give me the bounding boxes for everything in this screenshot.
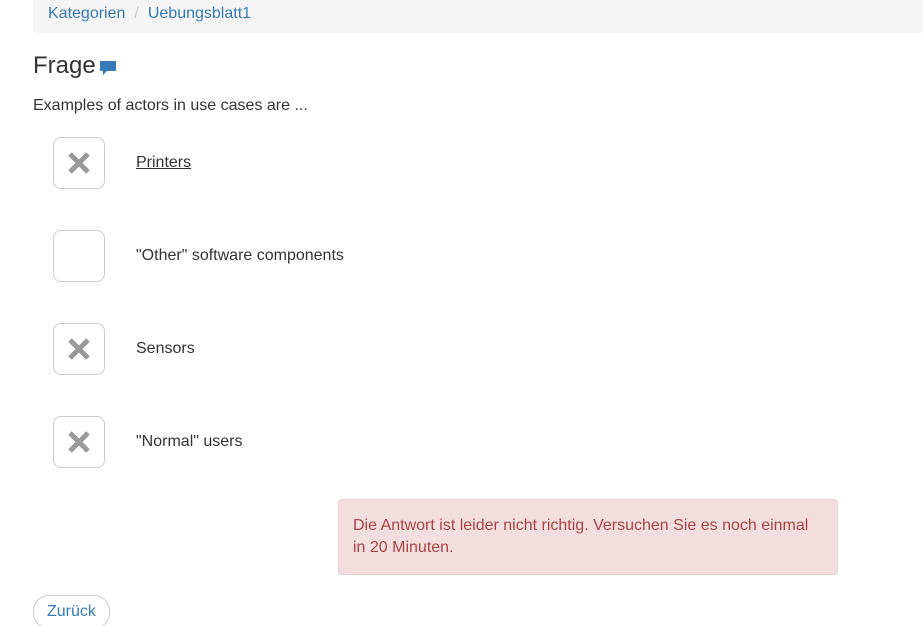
answer-checkbox[interactable] bbox=[53, 416, 105, 468]
answer-label: Sensors bbox=[136, 340, 195, 357]
answer-label: Printers bbox=[136, 154, 192, 171]
answer-option-normal-users[interactable]: "Normal" users bbox=[53, 416, 243, 468]
answer-option-printers[interactable]: Printers bbox=[53, 137, 191, 189]
x-mark-icon bbox=[68, 338, 90, 360]
question-text: Examples of actors in use cases are ... bbox=[33, 97, 308, 114]
breadcrumb-separator: / bbox=[134, 5, 139, 22]
answer-checkbox[interactable] bbox=[53, 230, 105, 282]
quiz-page: Kategorien / Uebungsblatt1 Frage Examples … bbox=[0, 0, 923, 626]
x-mark-icon bbox=[68, 431, 90, 453]
answer-checkbox[interactable] bbox=[53, 137, 105, 189]
answer-label: "Other" software components bbox=[136, 247, 344, 264]
breadcrumb-item-kategorien[interactable]: Kategorien bbox=[48, 5, 125, 22]
answer-checkbox[interactable] bbox=[53, 323, 105, 375]
answer-label: "Normal" users bbox=[136, 433, 243, 450]
back-button[interactable]: Zurück bbox=[33, 595, 110, 626]
answer-option-other-software[interactable]: "Other" software components bbox=[53, 230, 344, 282]
breadcrumb-item-uebungsblatt1[interactable]: Uebungsblatt1 bbox=[148, 5, 251, 22]
x-mark-icon bbox=[68, 152, 90, 174]
breadcrumb: Kategorien / Uebungsblatt1 bbox=[33, 0, 923, 33]
comment-bubble-icon[interactable] bbox=[99, 60, 117, 76]
answer-option-sensors[interactable]: Sensors bbox=[53, 323, 195, 375]
error-alert: Die Antwort ist leider nicht richtig. Ve… bbox=[338, 499, 838, 575]
page-title: Frage bbox=[33, 52, 96, 79]
title-row: Frage bbox=[33, 52, 117, 80]
